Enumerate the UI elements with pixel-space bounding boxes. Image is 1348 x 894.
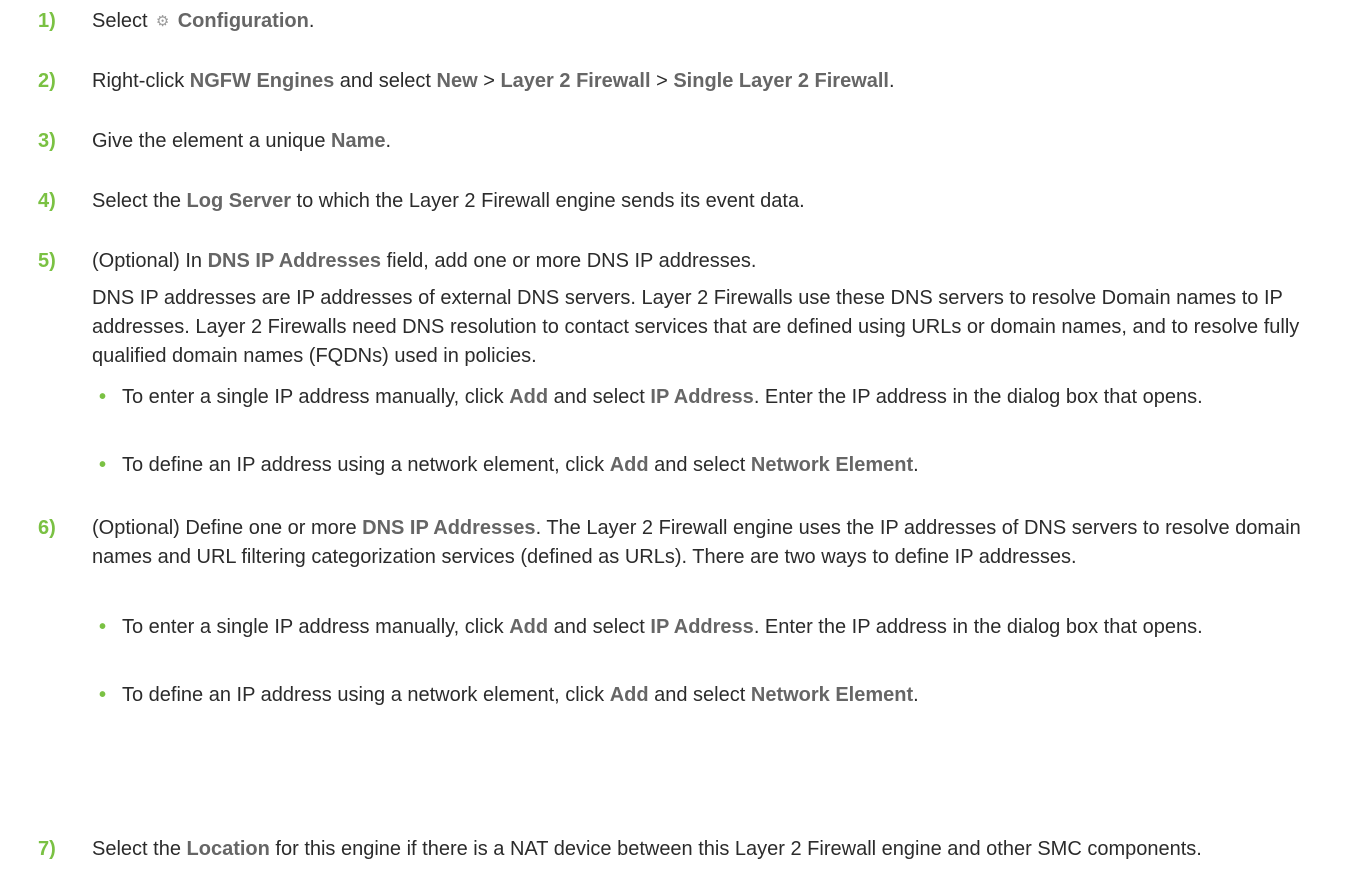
step-text: Select the Log Server to which the Layer… (92, 190, 805, 212)
ui-term-new: New (436, 70, 478, 92)
bullet-icon: • (99, 386, 107, 408)
ui-term-add: Add (609, 684, 649, 706)
step-number: 2) (38, 70, 56, 92)
step-text: Give the element a unique Name. (92, 130, 392, 152)
step-number: 5) (38, 250, 56, 272)
ui-term-add: Add (509, 386, 549, 408)
step-text: Select the Location for this engine if t… (92, 838, 1202, 860)
list-item: • To define an IP address using a network… (99, 681, 1262, 710)
bullet-icon: • (99, 684, 107, 706)
ui-term-dns-ip-addresses: DNS IP Addresses (207, 250, 382, 272)
list-item: • To define an IP address using a network… (99, 451, 1262, 480)
step-text: (Optional) In DNS IP Addresses field, ad… (92, 250, 757, 272)
step-number: 4) (38, 190, 56, 212)
step-number: 1) (38, 10, 56, 32)
ui-term-dns-ip-addresses: DNS IP Addresses (362, 517, 536, 539)
step-number: 3) (38, 130, 56, 152)
ui-term-add: Add (609, 454, 649, 476)
ui-term-configuration: Configuration (177, 10, 309, 32)
step-text: Right-click NGFW Engines and select New … (92, 70, 895, 92)
ui-term-network-element: Network Element (750, 684, 914, 706)
list-item: • To enter a single IP address manually, … (99, 383, 1262, 412)
ui-term-log-server: Log Server (186, 190, 291, 212)
step-number: 6) (38, 517, 56, 539)
ui-term-single-layer-2-firewall: Single Layer 2 Firewall (673, 70, 889, 92)
ui-term-location: Location (186, 838, 270, 860)
ui-term-ngfw-engines: NGFW Engines (189, 70, 335, 92)
step-text: (Optional) Define one or more DNS IP Add… (92, 517, 1301, 568)
bullet-icon: • (99, 454, 107, 476)
gears-icon: ⚙ (155, 13, 170, 30)
ui-term-network-element: Network Element (750, 454, 914, 476)
ui-term-ip-address: IP Address (650, 616, 754, 638)
ui-term-add: Add (509, 616, 549, 638)
ui-term-name: Name (331, 130, 386, 152)
ui-term-ip-address: IP Address (650, 386, 754, 408)
ui-term-layer-2-firewall: Layer 2 Firewall (500, 70, 651, 92)
list-item: • To enter a single IP address manually, … (99, 613, 1262, 642)
step-explanation: DNS IP addresses are IP addresses of ext… (92, 287, 1300, 367)
step-number: 7) (38, 838, 56, 860)
step-text: Select ⚙ Configuration. (92, 7, 314, 36)
bullet-icon: • (99, 616, 107, 638)
